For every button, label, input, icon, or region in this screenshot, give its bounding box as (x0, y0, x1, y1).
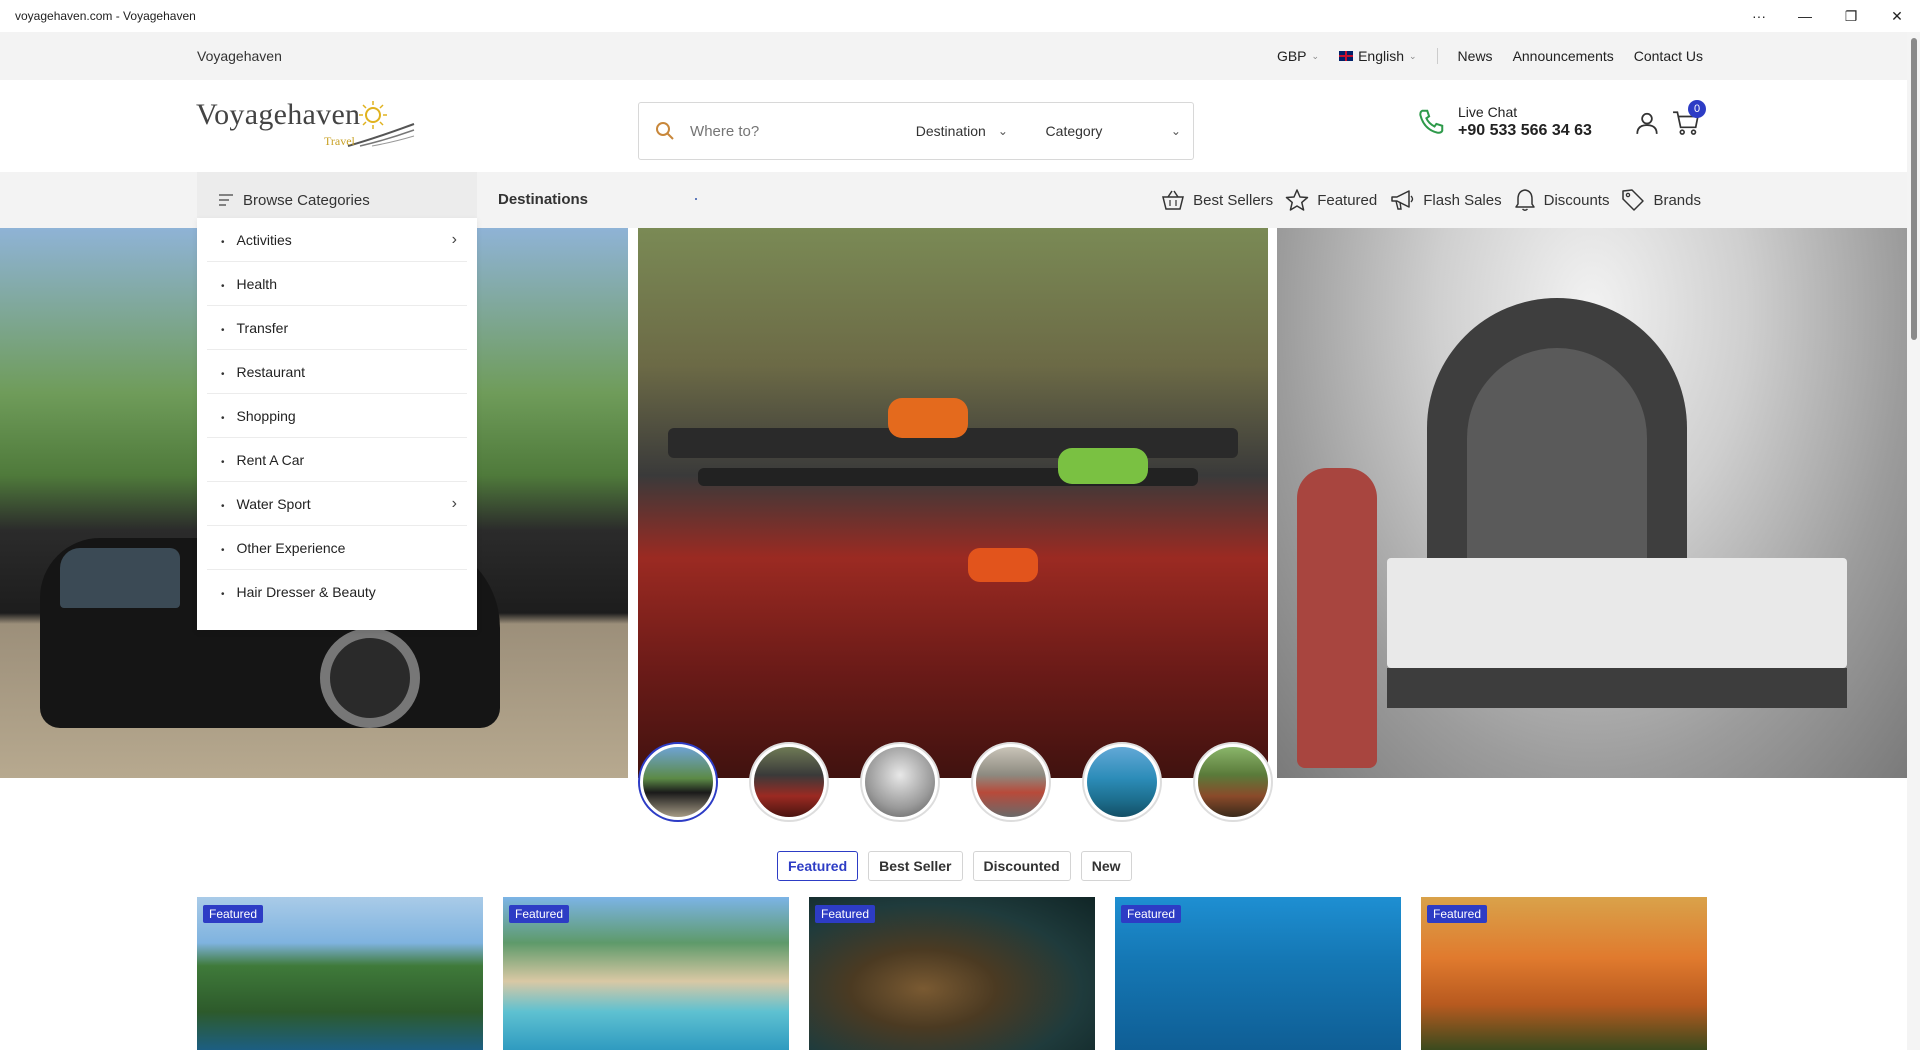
flash-sales-label: Flash Sales (1423, 191, 1502, 209)
window-titlebar: voyagehaven.com - Voyagehaven ··· — ❐ ✕ (0, 0, 1920, 32)
basket-icon (1162, 190, 1185, 210)
tab-featured[interactable]: Featured (777, 851, 859, 881)
product-card[interactable]: Featured (1421, 897, 1707, 1050)
currency-label: GBP (1276, 48, 1307, 64)
chevron-right-icon: › (451, 230, 457, 248)
tab-best-seller[interactable]: Best Seller (868, 851, 963, 881)
category-item-health[interactable]: Health (207, 262, 467, 306)
destination-dropdown[interactable]: Destination ⌄ (916, 123, 1034, 139)
nav-dot (695, 198, 697, 200)
browse-categories-label: Browse Categories (243, 191, 370, 209)
categories-menu: Activities › Health Transfer Restaurant … (197, 218, 477, 630)
more-options-button[interactable]: ··· (1736, 0, 1782, 32)
slider-thumb[interactable] (1082, 742, 1162, 822)
site-logo[interactable]: Voyagehaven Travel (196, 98, 426, 154)
best-sellers-label: Best Sellers (1193, 191, 1274, 209)
product-card[interactable]: Featured (503, 897, 789, 1050)
megaphone-icon (1391, 190, 1414, 210)
live-chat-contact[interactable]: Live Chat +90 533 566 34 63 (1416, 104, 1592, 140)
brands-link[interactable]: Brands (1621, 188, 1701, 212)
divider (1436, 48, 1438, 64)
hero-slide-jeep-safari[interactable] (638, 228, 1268, 778)
featured-badge: Featured (203, 905, 264, 923)
star-icon (1285, 189, 1309, 211)
featured-badge: Featured (1427, 905, 1488, 923)
window-title: voyagehaven.com - Voyagehaven (15, 9, 196, 23)
category-item-restaurant[interactable]: Restaurant (207, 350, 467, 394)
search-input[interactable] (690, 122, 916, 140)
tab-new[interactable]: New (1080, 851, 1132, 881)
chevron-right-icon: › (451, 494, 457, 512)
category-item-activities[interactable]: Activities › (207, 218, 467, 262)
product-card[interactable]: Featured (809, 897, 1095, 1050)
contact-us-link[interactable]: Contact Us (1634, 48, 1703, 64)
site-header: Voyagehaven Travel Destination ⌄ Cat (0, 80, 1907, 172)
featured-badge: Featured (509, 905, 570, 923)
category-item-rent-a-car[interactable]: Rent A Car (207, 438, 467, 482)
hero-slide-turkish-bath[interactable] (1277, 228, 1907, 778)
phone-icon (1419, 109, 1444, 134)
chevron-down-icon: ⌄ (1170, 124, 1181, 138)
menu-lines-icon (219, 194, 233, 206)
chevron-down-icon: ⌄ (997, 124, 1008, 138)
bell-icon (1514, 189, 1535, 211)
search-bar: Destination ⌄ Category ⌄ (638, 102, 1194, 160)
logo-wordmark: Voyagehaven (196, 98, 361, 131)
slider-thumbnails (638, 742, 1273, 822)
tab-discounted[interactable]: Discounted (972, 851, 1071, 881)
discounts-label: Discounts (1543, 191, 1610, 209)
destinations-menu[interactable]: Destinations (498, 191, 588, 208)
top-brand-name: Voyagehaven (197, 48, 282, 64)
category-item-water-sport[interactable]: Water Sport › (207, 482, 467, 526)
slider-thumb[interactable] (860, 742, 940, 822)
slider-thumb[interactable] (638, 742, 718, 822)
featured-link[interactable]: Featured (1285, 189, 1377, 211)
discounts-link[interactable]: Discounts (1514, 188, 1610, 212)
featured-label: Featured (1317, 191, 1378, 209)
product-filter-tabs: Featured Best Seller Discounted New (777, 851, 1132, 881)
language-select[interactable]: English ⌄ (1339, 48, 1417, 64)
language-label: English (1358, 48, 1404, 64)
news-link[interactable]: News (1458, 48, 1493, 64)
top-bar: Voyagehaven GBP ⌄ English ⌄ News Announc… (0, 32, 1907, 80)
scrollbar-thumb[interactable] (1911, 38, 1917, 340)
flash-sales-link[interactable]: Flash Sales (1389, 189, 1502, 211)
search-icon[interactable] (639, 121, 690, 141)
live-chat-label: Live Chat (1458, 104, 1518, 120)
featured-badge: Featured (1121, 905, 1182, 923)
minimize-button[interactable]: — (1782, 0, 1828, 32)
category-label: Category (1045, 123, 1103, 139)
best-sellers-link[interactable]: Best Sellers (1161, 189, 1273, 211)
category-item-other-experience[interactable]: Other Experience (207, 526, 467, 570)
road-swoosh-icon (347, 123, 415, 147)
chevron-down-icon: ⌄ (1311, 50, 1320, 61)
cart-count-badge: 0 (1688, 100, 1706, 118)
restore-button[interactable]: ❐ (1828, 0, 1874, 32)
logo-subtitle: Travel (324, 134, 355, 148)
announcements-link[interactable]: Announcements (1513, 48, 1614, 64)
product-card[interactable]: Featured (1115, 897, 1401, 1050)
category-item-shopping[interactable]: Shopping (207, 394, 467, 438)
category-dropdown[interactable]: Category ⌄ (1046, 123, 1193, 139)
close-window-button[interactable]: ✕ (1874, 0, 1920, 32)
slider-thumb[interactable] (1193, 742, 1273, 822)
product-card[interactable]: Featured (197, 897, 483, 1050)
currency-select[interactable]: GBP ⌄ (1277, 48, 1319, 64)
user-account-icon[interactable] (1634, 110, 1660, 141)
destination-label: Destination (915, 123, 986, 139)
slider-thumb[interactable] (749, 742, 829, 822)
phone-number: +90 533 566 34 63 (1458, 122, 1592, 139)
category-item-transfer[interactable]: Transfer (207, 306, 467, 350)
product-cards: Featured Featured Featured Featured Feat… (197, 897, 1707, 1050)
page-scrollbar[interactable] (1907, 32, 1920, 1050)
slider-thumb[interactable] (971, 742, 1051, 822)
category-item-hair-dresser-beauty[interactable]: Hair Dresser & Beauty (207, 570, 467, 614)
chevron-down-icon: ⌄ (1409, 50, 1417, 61)
featured-badge: Featured (815, 905, 876, 923)
brands-label: Brands (1653, 191, 1701, 209)
tag-icon (1622, 189, 1645, 211)
uk-flag-icon (1339, 51, 1354, 61)
